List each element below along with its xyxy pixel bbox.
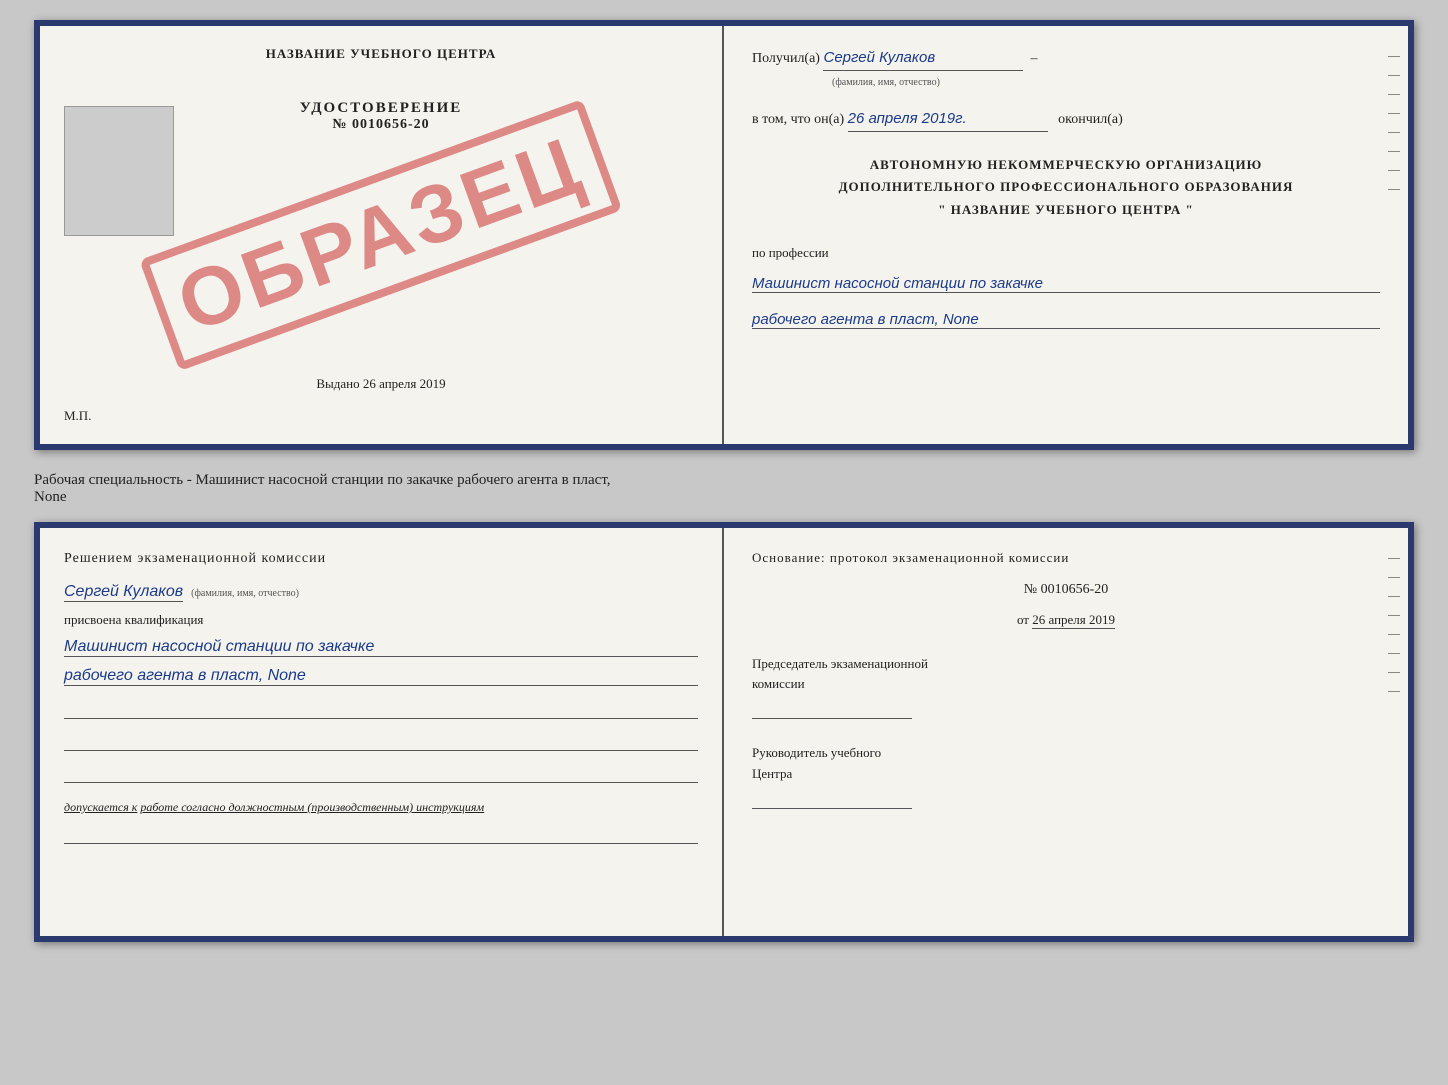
dash-b2: [1388, 577, 1400, 578]
empty-line4: [64, 824, 698, 844]
empty-line1: [64, 699, 698, 719]
org-line1: АВТОНОМНУЮ НЕКОММЕРЧЕСКУЮ ОРГАНИЗАЦИЮ: [752, 154, 1380, 176]
dash6: [1388, 151, 1400, 152]
dash4: [1388, 113, 1400, 114]
fio-small-label: (фамилия, имя, отчество): [832, 77, 940, 88]
fio-komissia-small: (фамилия, имя, отчество): [191, 588, 299, 599]
bottom-right-panel: Основание: протокол экзаменационной коми…: [724, 528, 1408, 936]
prof-line1: Машинист насосной станции по закачке: [752, 275, 1380, 293]
predsedatel-sign-line: [752, 699, 912, 719]
dopuskaetsya-text: работе согласно должностным (производств…: [140, 800, 484, 814]
org-line2: ДОПОЛНИТЕЛЬНОГО ПРОФЕССИОНАЛЬНОГО ОБРАЗО…: [752, 176, 1380, 198]
vydano-line: Выдано 26 апреля 2019: [40, 376, 722, 392]
osnovanie-label: Основание: протокол экзаменационной коми…: [752, 548, 1380, 568]
dash-b6: [1388, 653, 1400, 654]
bottom-left-panel: Решением экзаменационной комиссии Сергей…: [40, 528, 724, 936]
obrazec-stamp: ОБРАЗЕЦ: [139, 99, 622, 371]
empty-line3: [64, 763, 698, 783]
dash-b7: [1388, 672, 1400, 673]
dopuskaetsya-block: допускается к работе согласно должностны…: [64, 800, 698, 815]
komissia-title: Решением экзаменационной комиссии: [64, 548, 698, 569]
dash1: [1388, 56, 1400, 57]
mp-label: М.П.: [64, 408, 91, 424]
vtomchto-line: в том, что он(а) 26 апреля 2019г. окончи…: [752, 107, 1380, 132]
po-profesii-label: по профессии: [752, 245, 1380, 261]
poluchil-line: Получил(а) Сергей Кулаков – (фамилия, им…: [752, 46, 1380, 93]
fio-handwritten: Сергей Кулаков: [823, 46, 1023, 71]
dopuskaetsya-label: допускается к: [64, 800, 137, 814]
cert-nomer: № 0010656-20: [332, 117, 429, 133]
qual-line2: рабочего агента в пласт, None: [64, 667, 698, 686]
org-line3: " НАЗВАНИЕ УЧЕБНОГО ЦЕНТРА ": [752, 199, 1380, 221]
ot-label: от: [1017, 612, 1029, 627]
dash8: [1388, 189, 1400, 190]
qual-line1: Машинист насосной станции по закачке: [64, 638, 698, 657]
dash3: [1388, 94, 1400, 95]
dash-b5: [1388, 634, 1400, 635]
vtomchto-label: в том, что он(а): [752, 112, 844, 127]
ot-date-value: 26 апреля 2019: [1032, 612, 1115, 629]
date-handwritten: 26 апреля 2019г.: [848, 107, 1048, 132]
dash-b3: [1388, 596, 1400, 597]
bottom-certificate: Решением экзаменационной комиссии Сергей…: [34, 522, 1414, 942]
rukovoditel-label: Руководитель учебного Центра: [752, 743, 1380, 785]
ot-date: от 26 апреля 2019: [752, 612, 1380, 628]
top-right-panel: Получил(а) Сергей Кулаков – (фамилия, им…: [724, 26, 1408, 444]
fio-komissia-block: Сергей Кулаков (фамилия, имя, отчество): [64, 583, 698, 602]
predsedatel-block: Председатель экзаменационной комиссии: [752, 654, 1380, 724]
okonchil-label: окончил(а): [1058, 112, 1123, 127]
top-center-title: НАЗВАНИЕ УЧЕБНОГО ЦЕНТРА: [64, 46, 698, 62]
dash-b8: [1388, 691, 1400, 692]
top-certificate: НАЗВАНИЕ УЧЕБНОГО ЦЕНТРА УДОСТОВЕРЕНИЕ №…: [34, 20, 1414, 450]
org-block: АВТОНОМНУЮ НЕКОММЕРЧЕСКУЮ ОРГАНИЗАЦИЮ ДО…: [752, 154, 1380, 220]
right-dashes: [1388, 56, 1400, 190]
prof-line2: рабочего агента в пласт, None: [752, 311, 1380, 329]
dash2: [1388, 75, 1400, 76]
photo-placeholder: [64, 106, 174, 236]
top-left-panel: НАЗВАНИЕ УЧЕБНОГО ЦЕНТРА УДОСТОВЕРЕНИЕ №…: [40, 26, 724, 444]
empty-line2: [64, 731, 698, 751]
udostoverenie-label: УДОСТОВЕРЕНИЕ: [300, 100, 463, 117]
protocol-nomer: № 0010656-20: [752, 582, 1380, 598]
dash7: [1388, 170, 1400, 171]
dash-b4: [1388, 615, 1400, 616]
predsedatel-label: Председатель экзаменационной комиссии: [752, 654, 1380, 696]
right-dashes2: [1388, 558, 1400, 692]
rukovoditel-sign-line: [752, 789, 912, 809]
middle-label: Рабочая специальность - Машинист насосно…: [34, 466, 1414, 506]
rukovoditel-block: Руководитель учебного Центра: [752, 743, 1380, 813]
prisvoena-label: присвоена квалификация: [64, 612, 698, 628]
dash5: [1388, 132, 1400, 133]
fio-komissia: Сергей Кулаков: [64, 583, 183, 602]
poluchil-label: Получил(а): [752, 51, 820, 66]
dash-b1: [1388, 558, 1400, 559]
